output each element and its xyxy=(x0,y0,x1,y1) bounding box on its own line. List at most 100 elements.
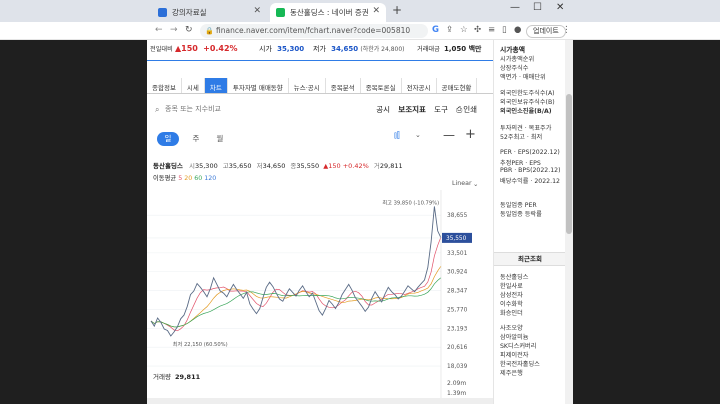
site-favicon-icon xyxy=(158,8,167,17)
indicator-button[interactable]: 보조지표 xyxy=(398,105,426,114)
period-month-button[interactable]: 월 xyxy=(209,132,231,146)
browser-tab-naver-finance[interactable]: 동산홀딩스 : 네이버 증권 ✕ xyxy=(270,3,386,22)
candlestick-icon[interactable]: ⫾⫿ xyxy=(394,131,400,141)
info-line: 동일업종 등락률 xyxy=(500,211,542,218)
chevron-down-icon[interactable]: ⌄ xyxy=(415,131,421,139)
ma-120: 120 xyxy=(204,175,217,182)
volume-caption-label: 거래량 xyxy=(153,373,171,381)
close-tab-icon[interactable]: ✕ xyxy=(372,6,380,16)
ohlc-open: 35,300 xyxy=(194,162,218,170)
search-icon: ⌕ xyxy=(155,105,160,114)
zoom-out-icon[interactable]: — xyxy=(443,128,455,142)
disclosure-toggle[interactable]: 공시 xyxy=(376,105,390,114)
new-tab-icon[interactable]: + xyxy=(392,3,402,17)
open-price: 시가 35,300 xyxy=(259,44,304,54)
recent-item[interactable]: 사조오양 xyxy=(500,323,523,332)
close-tab-icon[interactable]: ✕ xyxy=(253,6,261,16)
recent-viewed-title: 최근조회 xyxy=(494,252,565,266)
info-line: 액면가 · 매매단위 xyxy=(500,74,546,81)
price-line xyxy=(150,206,442,337)
stock-nav-tabs: 종합정보 시세 차트 투자자별 매매동향 뉴스·공시 종목분석 종목토론실 전자… xyxy=(147,78,493,94)
update-button[interactable]: 업데이트 xyxy=(526,25,566,38)
browser-tab-strip: 강의자료실 ✕ 동산홀딩스 : 네이버 증권 ✕ + — ☐ ✕ xyxy=(0,0,720,22)
open-label: 시가 xyxy=(259,45,272,53)
scrollbar-thumb[interactable] xyxy=(566,94,572,234)
period-day-button[interactable]: 일 xyxy=(157,132,179,146)
info-line: 동일업종 PER xyxy=(500,202,537,209)
trade-amount: 거래대금 1,050 백만 xyxy=(417,44,481,54)
compare-search-input[interactable] xyxy=(165,103,285,115)
recent-item[interactable]: 한일사료 xyxy=(500,281,523,290)
tab-disclosure[interactable]: 전자공시 xyxy=(402,78,437,93)
volume-caption-value: 29,811 xyxy=(175,373,201,381)
right-background xyxy=(573,40,720,404)
stock-info-sidebar: 시가총액 시가총액순위 상장주식수 액면가 · 매매단위 외국인한도주식수(A)… xyxy=(493,40,565,404)
period-week-button[interactable]: 주 xyxy=(185,132,207,146)
y-tick-label: 25,770 xyxy=(447,307,468,313)
recent-item[interactable]: 피제이전자 xyxy=(500,350,528,359)
recent-item[interactable]: 화승인더 xyxy=(500,308,523,317)
price-change-summary: 전일대비 ▲150 +0.42% xyxy=(150,44,238,53)
sidepanel-icon[interactable]: ▯ xyxy=(502,25,507,35)
recent-item[interactable]: 제주은행 xyxy=(500,368,523,377)
tab-investor-trading[interactable]: 투자자별 매매동향 xyxy=(228,78,289,93)
info-line: 추정PER · EPS xyxy=(500,160,541,167)
share-icon[interactable]: ⇪ xyxy=(446,25,453,35)
zoom-in-icon[interactable]: + xyxy=(465,127,476,142)
tab-quotes[interactable]: 시세 xyxy=(182,78,205,93)
maximize-window-icon[interactable]: ☐ xyxy=(533,2,542,13)
change-percent: +0.42% xyxy=(203,44,238,53)
extensions-puzzle-icon[interactable]: ✣ xyxy=(474,25,481,35)
left-background xyxy=(0,40,147,404)
low-value: 34,650 xyxy=(331,45,359,53)
scale-mode[interactable]: Linear xyxy=(452,180,472,187)
tab-discussion[interactable]: 종목토론실 xyxy=(361,78,402,93)
info-line: 배당수익률 · 2022.12 xyxy=(500,178,560,185)
forward-arrow-icon[interactable]: → xyxy=(170,25,178,35)
reading-list-icon[interactable]: ≡ xyxy=(488,25,495,35)
bookmark-star-icon[interactable]: ☆ xyxy=(460,25,468,35)
current-price-label: 35,550 xyxy=(446,236,467,242)
print-icon[interactable]: ⎙ xyxy=(456,105,462,114)
recent-item[interactable]: 이수화학 xyxy=(500,299,523,308)
volume-tick: 2.09m xyxy=(447,380,467,387)
volume-tick: 1.39m xyxy=(447,390,467,397)
close-window-icon[interactable]: ✕ xyxy=(556,2,564,13)
change-value: ▲150 xyxy=(175,44,198,53)
chart-toolbar: ⌕ 공시 보조지표 도구 ⎙인쇄 xyxy=(147,100,493,118)
tab-news[interactable]: 뉴스·공시 xyxy=(289,78,326,93)
tab-summary[interactable]: 종합정보 xyxy=(147,78,182,93)
recent-item[interactable]: 삼아알미늄 xyxy=(500,332,528,341)
profile-avatar-icon[interactable]: ● xyxy=(514,25,521,35)
info-line: PBR · BPS(2022.12) xyxy=(500,167,561,174)
chevron-down-icon[interactable]: ⌄ xyxy=(473,180,478,188)
tab-analysis[interactable]: 종목분석 xyxy=(326,78,361,93)
ohlc-volume: 29,811 xyxy=(379,162,403,170)
change-label: 전일대비 xyxy=(150,46,173,53)
menu-kebab-icon[interactable]: ⋮ xyxy=(562,25,571,35)
ohlc-low: 34,650 xyxy=(262,162,286,170)
ma-5-line xyxy=(150,236,442,332)
recent-item[interactable]: 한국전자홀딩스 xyxy=(500,359,540,368)
browser-tab-lecture[interactable]: 강의자료실 ✕ xyxy=(152,3,267,22)
y-tick-label: 23,193 xyxy=(447,326,468,332)
ma-20: 20 xyxy=(184,175,193,182)
reload-icon[interactable]: ↻ xyxy=(185,25,193,35)
tab-short-selling[interactable]: 공매도현황 xyxy=(437,78,478,93)
tools-button[interactable]: 도구 xyxy=(434,105,448,114)
recent-item[interactable]: SK디스커버리 xyxy=(500,341,536,350)
recent-item[interactable]: 동산홀딩스 xyxy=(500,272,528,281)
minimize-window-icon[interactable]: — xyxy=(510,2,520,13)
ma-60: 60 xyxy=(194,175,203,182)
amount-value: 1,050 백만 xyxy=(444,45,482,53)
url-input[interactable]: 🔒 finance.naver.com/item/fchart.naver?co… xyxy=(200,24,428,38)
toolbar-buttons: 공시 보조지표 도구 ⎙인쇄 xyxy=(370,104,477,115)
back-arrow-icon[interactable]: ← xyxy=(155,25,163,35)
google-icon[interactable]: G xyxy=(432,25,439,35)
recent-item[interactable]: 삼성전자 xyxy=(500,290,523,299)
volume-caption: 거래량 29,811 xyxy=(153,371,200,381)
page-scrollbar[interactable] xyxy=(565,40,573,404)
print-button[interactable]: 인쇄 xyxy=(463,105,477,114)
tab-chart[interactable]: 차트 xyxy=(204,78,228,93)
chart-horizontal-scrollbar[interactable] xyxy=(147,398,493,404)
